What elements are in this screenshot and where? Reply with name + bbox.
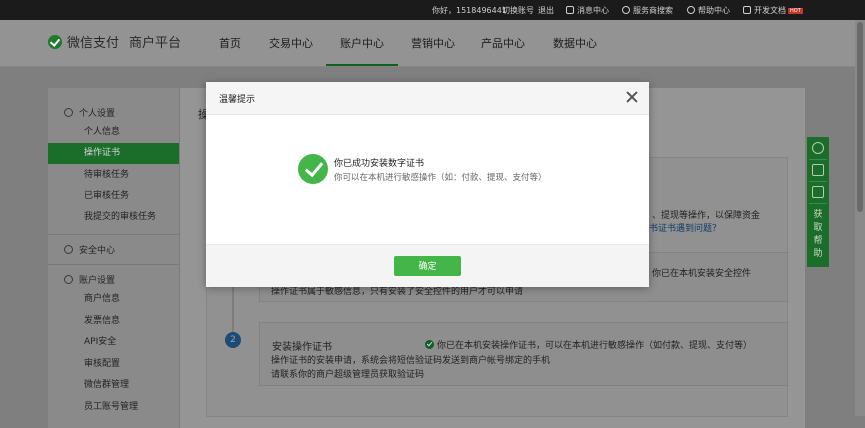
scrollbar-thumb[interactable] — [857, 22, 863, 212]
intro-help-link[interactable]: 书证书遇到问题？ — [649, 221, 721, 234]
sidebar-divider — [48, 264, 179, 265]
step-connector — [232, 285, 234, 332]
sidebar-item-personal-info[interactable]: 个人信息 — [48, 122, 179, 143]
sidebar-item-api-security[interactable]: API安全 — [48, 332, 179, 353]
success-dialog: 温馨提示 你已成功安装数字证书 你可以在本机进行敏感操作（如：付款、提现、支付等… — [206, 82, 649, 287]
success-sub-message: 你可以在本机进行敏感操作（如：付款、提现、支付等） — [334, 173, 547, 183]
provider-search-label: 服务商搜索 — [633, 6, 673, 15]
sidebar-group-label: 安全中心 — [79, 246, 116, 256]
sidebar-item-certificate[interactable]: 操作证书 — [48, 143, 179, 164]
sidebar-item-submitted-tasks[interactable]: 我提交的审核任务 — [48, 207, 179, 228]
nav-account-center[interactable]: 账户中心 — [326, 20, 398, 66]
sidebar-divider — [48, 234, 179, 235]
help-link[interactable]: 帮助中心 — [687, 5, 730, 16]
brand-logo[interactable]: 微信支付 商户平台 — [48, 32, 181, 51]
header: 微信支付 商户平台 首页 交易中心 账户中心 营销中心 产品中心 数据中心 — [0, 20, 865, 67]
hot-badge: HOT — [788, 8, 803, 14]
sidebar-group-account: 账户设置 — [64, 273, 115, 286]
nav-data[interactable]: 数据中心 — [546, 20, 604, 66]
sidebar-item-reviewed-tasks[interactable]: 已审核任务 — [48, 186, 179, 207]
gear-icon — [64, 275, 73, 284]
switch-account-link[interactable]: 切换账号 — [502, 5, 534, 16]
success-check-icon — [298, 154, 328, 184]
close-icon[interactable] — [624, 89, 640, 105]
confirm-button[interactable]: 确定 — [394, 256, 461, 276]
brand-name: 微信支付 — [67, 36, 120, 51]
nav-products[interactable]: 产品中心 — [474, 20, 532, 66]
dev-docs-label: 开发文档 — [754, 6, 786, 15]
dialog-header: 温馨提示 — [206, 82, 649, 115]
sidebar-item-staff-accounts[interactable]: 员工账号管理 — [48, 397, 179, 418]
shield-icon — [64, 245, 73, 254]
sidebar-item-merchant-info[interactable]: 商户信息 — [48, 289, 179, 310]
mail-icon — [566, 6, 574, 14]
step2-title: 安装操作证书 — [272, 342, 332, 353]
top-bar: 你好，1518496441 切换账号 退出 消息中心 服务商搜索 帮助中心 开发… — [0, 0, 865, 20]
float-divider — [809, 181, 827, 182]
sidebar-group-label: 账户设置 — [79, 276, 116, 286]
dialog-footer: 确定 — [206, 244, 649, 287]
sidebar-item-pending-tasks[interactable]: 待审核任务 — [48, 165, 179, 186]
wechat-pay-logo-icon — [48, 35, 62, 49]
step2-status: 你已在本机安装操作证书，可以在本机进行敏感操作（如付款、提现、支付等） — [425, 338, 752, 351]
dialog-title: 温馨提示 — [219, 95, 256, 105]
sidebar-item-invoice-info[interactable]: 发票信息 — [48, 311, 179, 332]
success-message: 你已成功安装数字证书 — [334, 159, 425, 169]
link-icon[interactable] — [812, 142, 824, 154]
sidebar-item-wechat-group[interactable]: 微信群管理 — [48, 375, 179, 396]
sidebar-group-security[interactable]: 安全中心 — [64, 243, 115, 256]
messages-label: 消息中心 — [577, 6, 609, 15]
floating-help-panel: 获取帮助 — [807, 137, 829, 267]
document-icon — [743, 6, 751, 14]
nav-transactions[interactable]: 交易中心 — [262, 20, 320, 66]
edit-icon[interactable] — [812, 186, 824, 198]
sidebar-item-review-config[interactable]: 审核配置 — [48, 354, 179, 375]
sidebar: 个人设置 个人信息 操作证书 待审核任务 已审核任务 我提交的审核任务 安全中心… — [48, 88, 180, 428]
intro-text: 、提现等操作，以保障资金 — [652, 211, 761, 221]
help-icon — [687, 6, 695, 14]
messages-link[interactable]: 消息中心 — [566, 5, 609, 16]
nav-marketing[interactable]: 营销中心 — [404, 20, 462, 66]
float-divider — [809, 203, 827, 204]
provider-search-link[interactable]: 服务商搜索 — [622, 5, 673, 16]
step2-desc-line2: 请联系你的商户超级管理员获取验证码 — [271, 370, 425, 380]
platform-name: 商户平台 — [129, 36, 182, 51]
nav-home[interactable]: 首页 — [208, 20, 252, 66]
step2-desc-line1: 操作证书的安装申请，系统会将短信验证码发送到商户帐号绑定的手机 — [271, 356, 551, 366]
dev-docs-link[interactable]: 开发文档 HOT — [743, 5, 803, 16]
get-help-label: 获取帮助 — [813, 210, 823, 259]
step-number-badge: 2 — [225, 332, 241, 348]
logout-link[interactable]: 退出 — [538, 5, 554, 16]
greeting-text: 你好，1518496441 — [432, 6, 507, 15]
step1-status: 你已在本机安装安全控件 — [652, 269, 752, 279]
sidebar-group-personal: 个人设置 — [64, 106, 115, 119]
get-help-button[interactable]: 获取帮助 — [807, 209, 829, 261]
page-scrollbar[interactable] — [855, 20, 865, 416]
download-icon[interactable] — [812, 164, 824, 176]
sidebar-group-label: 个人设置 — [79, 109, 116, 119]
float-divider — [809, 159, 827, 160]
search-icon — [622, 6, 630, 14]
check-icon — [425, 340, 434, 349]
step2-status-text: 你已在本机安装操作证书，可以在本机进行敏感操作（如付款、提现、支付等） — [437, 341, 753, 351]
user-icon — [64, 108, 73, 117]
help-label: 帮助中心 — [698, 6, 730, 15]
